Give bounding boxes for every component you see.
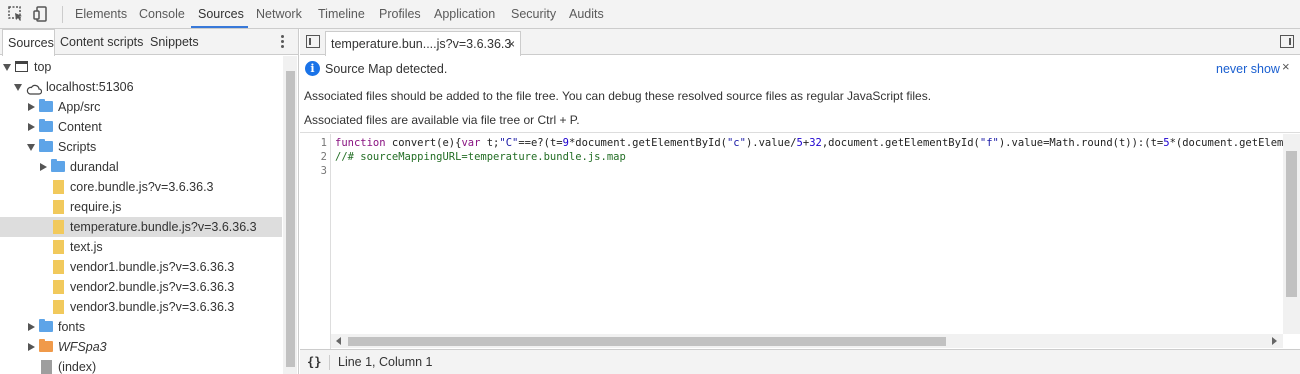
code-viewport: function convert(e){var t;"C"==e?(t=9*do… bbox=[331, 134, 1283, 349]
infobar-message: Associated files are available via file … bbox=[304, 113, 580, 127]
frame-icon bbox=[15, 61, 28, 72]
folder-icon bbox=[51, 159, 65, 172]
line-number: 1 bbox=[320, 137, 327, 149]
expanded-arrow-icon[interactable] bbox=[14, 84, 22, 91]
tree-item-top[interactable]: top bbox=[0, 57, 282, 77]
code-line-2: //# sourceMappingURL=temperature.bundle.… bbox=[335, 151, 626, 163]
document-file-icon bbox=[41, 360, 52, 374]
status-divider bbox=[329, 355, 330, 370]
device-toolbar-icon[interactable] bbox=[32, 5, 50, 23]
never-show-link[interactable]: never show bbox=[1216, 62, 1280, 76]
scrollbar-thumb[interactable] bbox=[286, 71, 295, 367]
tree-item-localhost[interactable]: localhost:51306 bbox=[0, 77, 282, 97]
collapsed-arrow-icon[interactable] bbox=[28, 123, 35, 131]
source-map-infobar: i Source Map detected. never show × Asso… bbox=[300, 56, 1300, 133]
info-icon: i bbox=[305, 61, 320, 76]
cursor-position: Line 1, Column 1 bbox=[338, 355, 433, 369]
tab-sources[interactable]: Sources bbox=[198, 0, 244, 28]
tree-item-vendor1[interactable]: vendor1.bundle.js?v=3.6.36.3 bbox=[0, 257, 282, 277]
tree-item-temperature-bundle[interactable]: temperature.bundle.js?v=3.6.36.3 bbox=[0, 217, 282, 237]
toggle-debugger-icon[interactable] bbox=[1280, 35, 1294, 48]
line-number: 2 bbox=[320, 151, 327, 163]
folder-icon bbox=[39, 139, 53, 152]
tree-item-vendor2[interactable]: vendor2.bundle.js?v=3.6.36.3 bbox=[0, 277, 282, 297]
scroll-right-icon[interactable] bbox=[1272, 337, 1277, 345]
script-file-icon bbox=[53, 300, 64, 314]
folder-icon bbox=[39, 99, 53, 112]
script-file-icon bbox=[53, 240, 64, 254]
script-file-icon bbox=[53, 280, 64, 294]
tree-item-scripts[interactable]: Scripts bbox=[0, 137, 282, 157]
script-file-icon bbox=[53, 200, 64, 214]
toolbar-divider bbox=[62, 6, 63, 23]
collapsed-arrow-icon[interactable] bbox=[28, 343, 35, 351]
cloud-icon bbox=[26, 81, 43, 95]
nav-tab-content-scripts[interactable]: Content scripts bbox=[60, 29, 143, 55]
tab-audits[interactable]: Audits bbox=[569, 0, 604, 28]
tree-item-app-src[interactable]: App/src bbox=[0, 97, 282, 117]
code-editor[interactable]: 1 2 3 function convert(e){var t;"C"==e?(… bbox=[300, 134, 1300, 349]
editor-tab-temperature[interactable]: temperature.bun....js?v=3.6.36.3 × bbox=[325, 31, 521, 56]
script-file-icon bbox=[53, 260, 64, 274]
tab-network[interactable]: Network bbox=[256, 0, 302, 28]
editor-tabstrip: temperature.bun....js?v=3.6.36.3 × bbox=[300, 29, 1300, 56]
folder-icon bbox=[39, 119, 53, 132]
tree-item-content[interactable]: Content bbox=[0, 117, 282, 137]
tree-item-wfspa3[interactable]: WFSpa3 bbox=[0, 337, 282, 357]
devtools-toolbar: Elements Console Sources Network Timelin… bbox=[0, 0, 1300, 29]
tab-timeline[interactable]: Timeline bbox=[318, 0, 365, 28]
expanded-arrow-icon[interactable] bbox=[3, 64, 11, 71]
editor-statusbar: {} Line 1, Column 1 bbox=[300, 349, 1300, 374]
tab-security[interactable]: Security bbox=[511, 0, 556, 28]
collapsed-arrow-icon[interactable] bbox=[28, 103, 35, 111]
scroll-left-icon[interactable] bbox=[336, 337, 341, 345]
infobar-message: Associated files should be added to the … bbox=[304, 89, 932, 103]
close-infobar-icon[interactable]: × bbox=[1282, 59, 1290, 74]
code-line-1: function convert(e){var t;"C"==e?(t=9*do… bbox=[335, 137, 1283, 149]
tree-item-text[interactable]: text.js bbox=[0, 237, 282, 257]
navigator-tabs: Sources Content scripts Snippets bbox=[0, 29, 298, 56]
tab-console[interactable]: Console bbox=[139, 0, 185, 28]
collapsed-arrow-icon[interactable] bbox=[28, 323, 35, 331]
tree-item-core-bundle[interactable]: core.bundle.js?v=3.6.36.3 bbox=[0, 177, 282, 197]
folder-icon bbox=[39, 319, 53, 332]
collapsed-arrow-icon[interactable] bbox=[40, 163, 47, 171]
tree-item-index[interactable]: (index) bbox=[0, 357, 282, 374]
more-options-icon[interactable] bbox=[279, 34, 285, 50]
inspect-element-icon[interactable] bbox=[7, 5, 25, 23]
nav-tab-snippets[interactable]: Snippets bbox=[150, 29, 199, 55]
folder-icon bbox=[39, 339, 53, 352]
scrollbar-thumb[interactable] bbox=[348, 337, 946, 346]
pretty-print-icon[interactable]: {} bbox=[307, 355, 321, 369]
scrollbar-thumb[interactable] bbox=[1286, 151, 1297, 297]
tree-item-fonts[interactable]: fonts bbox=[0, 317, 282, 337]
script-file-icon bbox=[53, 220, 64, 234]
sources-navigator: Sources Content scripts Snippets top loc… bbox=[0, 29, 299, 374]
editor-tab-label: temperature.bun....js?v=3.6.36.3 bbox=[331, 37, 512, 51]
tree-item-vendor3[interactable]: vendor3.bundle.js?v=3.6.36.3 bbox=[0, 297, 282, 317]
tab-elements[interactable]: Elements bbox=[75, 0, 127, 28]
line-number-gutter: 1 2 3 bbox=[300, 134, 331, 349]
script-file-icon bbox=[53, 180, 64, 194]
code-vertical-scrollbar[interactable] bbox=[1283, 134, 1300, 334]
tab-profiles[interactable]: Profiles bbox=[379, 0, 421, 28]
toggle-navigator-icon[interactable] bbox=[306, 35, 320, 48]
nav-tab-sources[interactable]: Sources bbox=[2, 29, 55, 56]
infobar-title: Source Map detected. bbox=[325, 62, 448, 76]
active-tab-indicator bbox=[191, 26, 248, 28]
navigator-scrollbar[interactable] bbox=[283, 56, 297, 374]
tab-application[interactable]: Application bbox=[434, 0, 495, 28]
file-tree: top localhost:51306 App/src Content Scri… bbox=[0, 56, 282, 374]
tree-item-require[interactable]: require.js bbox=[0, 197, 282, 217]
line-number: 3 bbox=[320, 165, 327, 177]
editor-pane: temperature.bun....js?v=3.6.36.3 × i Sou… bbox=[300, 29, 1300, 374]
tree-item-durandal[interactable]: durandal bbox=[0, 157, 282, 177]
close-tab-icon[interactable]: × bbox=[508, 32, 515, 56]
expanded-arrow-icon[interactable] bbox=[27, 144, 35, 151]
code-horizontal-scrollbar[interactable] bbox=[331, 334, 1283, 348]
